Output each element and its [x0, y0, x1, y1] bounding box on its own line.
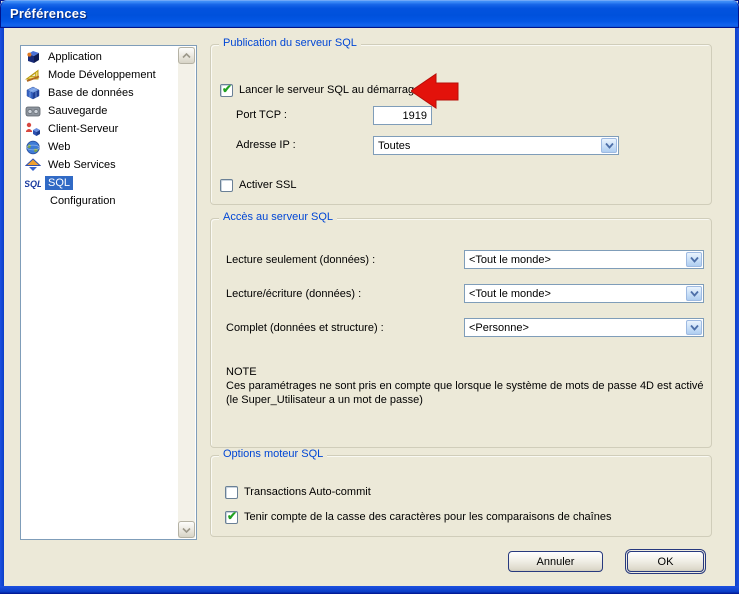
sql-icon: SQL	[25, 175, 41, 191]
sidebar-item-label: Sauvegarde	[45, 104, 110, 118]
case-sensitive-label[interactable]: Tenir compte de la casse des caractères …	[244, 511, 611, 523]
chevron-down-icon	[605, 142, 614, 149]
ssl-label[interactable]: Activer SSL	[239, 179, 296, 191]
title-bar[interactable]: Préférences	[0, 0, 739, 28]
cancel-button-label: Annuler	[537, 556, 575, 568]
group-publication: Publication du serveur SQL ✔ Lancer le s…	[210, 44, 712, 205]
window-border-right	[735, 28, 739, 594]
port-tcp-label: Port TCP :	[236, 109, 287, 121]
sidebar-item-label: Web Services	[45, 158, 119, 172]
chevron-up-icon	[182, 53, 191, 59]
full-access-label: Complet (données et structure) :	[226, 322, 384, 334]
read-write-label: Lecture/écriture (données) :	[226, 288, 361, 300]
read-only-label: Lecture seulement (données) :	[226, 254, 375, 266]
autocommit-checkbox[interactable]	[225, 486, 238, 499]
launch-sql-checkbox[interactable]: ✔	[220, 84, 233, 97]
window-border-left	[0, 28, 4, 594]
ip-address-select[interactable]: Toutes	[373, 136, 619, 155]
window-title: Préférences	[10, 6, 87, 21]
sidebar-item-web-services[interactable]: Web Services	[23, 156, 177, 174]
chevron-down-icon	[182, 527, 191, 533]
combo-value: <Tout le monde>	[465, 288, 685, 300]
ssl-checkbox[interactable]	[220, 179, 233, 192]
sidebar-item-base-de-donnees[interactable]: Base de données	[23, 84, 177, 102]
read-write-select[interactable]: <Tout le monde>	[464, 284, 704, 303]
ssl-checkbox-row[interactable]: Activer SSL	[220, 178, 296, 192]
combo-value: <Tout le monde>	[465, 254, 685, 266]
web-icon	[25, 139, 41, 155]
group-access: Accès au serveur SQL Lecture seulement (…	[210, 218, 712, 448]
checkmark-icon: ✔	[222, 82, 232, 96]
case-sensitive-checkbox[interactable]: ✔	[225, 511, 238, 524]
combo-value: Toutes	[374, 140, 600, 152]
read-only-select[interactable]: <Tout le monde>	[464, 250, 704, 269]
sidebar-item-configuration[interactable]: Configuration	[23, 192, 177, 210]
scroll-down-button[interactable]	[178, 521, 195, 538]
database-icon	[25, 85, 41, 101]
preferences-dialog: Préférences Application Mo	[0, 0, 739, 594]
sidebar-item-label: Configuration	[47, 194, 118, 208]
sidebar-item-mode-developpement[interactable]: Mode Développement	[23, 66, 177, 84]
application-icon	[25, 49, 41, 65]
sidebar-item-web[interactable]: Web	[23, 138, 177, 156]
group-title: Options moteur SQL	[219, 448, 327, 460]
autocommit-label[interactable]: Transactions Auto-commit	[244, 486, 371, 498]
sidebar-item-label: Base de données	[45, 86, 137, 100]
window-border-bottom	[0, 586, 739, 594]
sidebar-item-client-serveur[interactable]: Client-Serveur	[23, 120, 177, 138]
group-engine-options: Options moteur SQL Transactions Auto-com…	[210, 455, 712, 537]
ok-button-label: OK	[658, 556, 674, 568]
case-sensitive-checkbox-row[interactable]: ✔ Tenir compte de la casse des caractère…	[225, 510, 611, 524]
note-line1: Ces paramétrages ne sont pris en compte …	[226, 379, 704, 393]
svg-text:SQL: SQL	[25, 179, 41, 189]
ip-address-label: Adresse IP :	[236, 139, 296, 151]
chevron-down-icon	[690, 290, 699, 297]
sidebar-item-label: SQL	[45, 176, 73, 190]
cancel-button[interactable]: Annuler	[508, 551, 603, 572]
chevron-down-icon	[690, 324, 699, 331]
dev-mode-icon	[25, 67, 41, 83]
full-access-select[interactable]: <Personne>	[464, 318, 704, 337]
tree-scrollbar[interactable]	[178, 47, 195, 538]
launch-sql-label[interactable]: Lancer le serveur SQL au démarrage	[239, 84, 420, 96]
sidebar-item-label: Client-Serveur	[45, 122, 121, 136]
ok-button[interactable]: OK	[627, 551, 704, 572]
combo-dropdown-button[interactable]	[686, 286, 702, 301]
combo-dropdown-button[interactable]	[601, 138, 617, 153]
red-arrow-annotation	[411, 73, 459, 110]
combo-dropdown-button[interactable]	[686, 320, 702, 335]
note-line2: (le Super_Utilisateur a un mot de passe)	[226, 393, 704, 407]
note-title: NOTE	[226, 365, 704, 379]
sidebar-item-label: Mode Développement	[45, 68, 159, 82]
chevron-down-icon	[690, 256, 699, 263]
group-title: Accès au serveur SQL	[219, 211, 337, 223]
group-title: Publication du serveur SQL	[219, 37, 361, 49]
combo-dropdown-button[interactable]	[686, 252, 702, 267]
sidebar-item-label: Web	[45, 140, 73, 154]
scroll-up-button[interactable]	[178, 47, 195, 64]
sidebar-item-sql[interactable]: SQL SQL	[23, 174, 177, 192]
autocommit-checkbox-row[interactable]: Transactions Auto-commit	[225, 485, 371, 499]
sidebar-item-application[interactable]: Application	[23, 48, 177, 66]
preferences-tree: Application Mode Développement Base de d…	[20, 45, 197, 540]
web-services-icon	[25, 157, 41, 173]
checkmark-icon: ✔	[227, 509, 237, 523]
client-server-icon	[25, 121, 41, 137]
combo-value: <Personne>	[465, 322, 685, 334]
launch-sql-checkbox-row[interactable]: ✔ Lancer le serveur SQL au démarrage	[220, 83, 420, 97]
port-tcp-input[interactable]	[373, 106, 432, 125]
backup-icon	[25, 103, 41, 119]
sidebar-item-sauvegarde[interactable]: Sauvegarde	[23, 102, 177, 120]
sidebar-item-label: Application	[45, 50, 105, 64]
access-note: NOTE Ces paramétrages ne sont pris en co…	[226, 365, 704, 407]
